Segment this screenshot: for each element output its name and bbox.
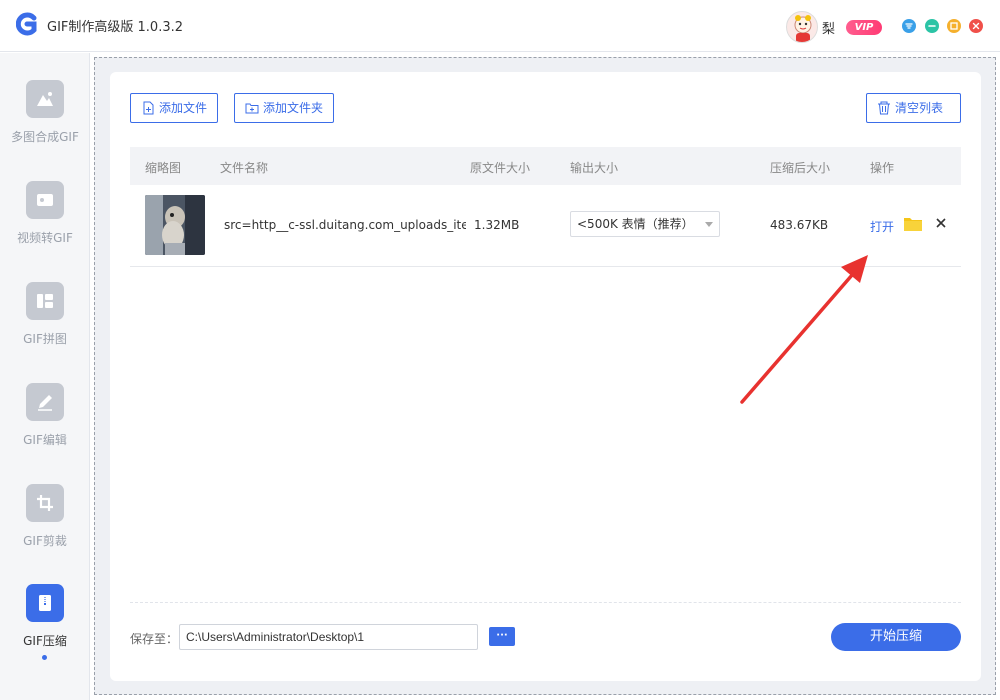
thumbnail-image	[145, 195, 205, 255]
video-camera-icon	[26, 181, 64, 219]
trash-icon	[878, 101, 890, 115]
sidebar-item-label: 多图合成GIF	[11, 130, 79, 144]
header-output-size: 输出大小	[570, 161, 619, 175]
maximize-icon[interactable]	[947, 19, 961, 33]
add-folder-icon	[245, 103, 259, 114]
footer-divider	[130, 602, 961, 603]
sidebar-item-label: GIF剪裁	[23, 534, 67, 548]
output-size-select[interactable]: <500K 表情（推荐）	[570, 211, 720, 237]
chevron-down-icon	[705, 222, 713, 227]
add-file-button[interactable]: 添加文件	[130, 93, 219, 123]
header-original-size: 原文件大小	[470, 161, 531, 175]
header-actions: 操作	[870, 161, 895, 175]
add-file-icon	[143, 101, 154, 115]
zip-file-icon	[26, 584, 64, 622]
avatar[interactable]	[786, 11, 818, 43]
app-title: GIF制作高级版 1.0.3.2	[47, 20, 183, 35]
sidebar-item-label: 视频转GIF	[17, 231, 73, 245]
save-to-label: 保存至：	[130, 632, 179, 646]
header-filename: 文件名称	[220, 161, 269, 175]
sidebar: 多图合成GIF 视频转GIF GIF拼图 GIF编辑 GIF剪裁 GIF压缩	[0, 53, 90, 700]
add-folder-label: 添加文件夹	[263, 101, 324, 115]
menu-icon[interactable]	[902, 19, 916, 33]
original-size: 1.32MB	[474, 218, 520, 232]
content-card: 添加文件 添加文件夹 清空列表 缩略图 文件名称 原文件大小 输出大小 压缩后大…	[110, 72, 981, 681]
minimize-icon[interactable]	[925, 19, 939, 33]
sidebar-item-gif-compress[interactable]: GIF压缩	[0, 584, 90, 674]
header-compressed-size: 压缩后大小	[770, 161, 831, 175]
file-name: src=http__c-ssl.duitang.com_uploads_iter	[224, 218, 466, 232]
save-path-input[interactable]	[179, 624, 478, 650]
output-size-value: <500K 表情（推荐）	[577, 217, 694, 231]
sidebar-item-label: GIF拼图	[23, 332, 67, 346]
add-folder-button[interactable]: 添加文件夹	[234, 93, 335, 123]
pencil-icon	[26, 383, 64, 421]
username: 梨	[822, 22, 836, 37]
header-thumbnail: 缩略图	[145, 161, 182, 175]
collage-icon	[26, 282, 64, 320]
sidebar-item-gif-edit[interactable]: GIF编辑	[0, 383, 90, 473]
title-bar: GIF制作高级版 1.0.3.2 梨 VIP	[0, 0, 1000, 52]
sidebar-item-video-to-gif[interactable]: 视频转GIF	[0, 181, 90, 271]
table-header: 缩略图 文件名称 原文件大小 输出大小 压缩后大小 操作	[130, 147, 961, 185]
open-link[interactable]: 打开	[870, 218, 894, 235]
sidebar-item-gif-collage[interactable]: GIF拼图	[0, 282, 90, 372]
add-file-label: 添加文件	[159, 101, 208, 115]
close-window-icon[interactable]	[969, 19, 983, 33]
sidebar-item-label: GIF编辑	[23, 433, 67, 447]
sidebar-item-multi-image-gif[interactable]: 多图合成GIF	[0, 80, 90, 170]
clear-list-label: 清空列表	[895, 101, 944, 115]
main-area: 添加文件 添加文件夹 清空列表 缩略图 文件名称 原文件大小 输出大小 压缩后大…	[94, 57, 996, 695]
start-compress-button[interactable]: 开始压缩	[831, 623, 961, 651]
mountain-image-icon	[26, 80, 64, 118]
table-row: src=http__c-ssl.duitang.com_uploads_iter…	[130, 185, 961, 267]
app-logo-icon	[16, 12, 37, 36]
browse-button[interactable]: ···	[489, 627, 515, 646]
clear-list-button[interactable]: 清空列表	[866, 93, 961, 123]
vip-badge[interactable]: VIP	[846, 20, 882, 35]
sidebar-item-gif-crop[interactable]: GIF剪裁	[0, 484, 90, 574]
folder-icon[interactable]	[904, 216, 922, 232]
active-indicator	[42, 655, 47, 660]
crop-icon	[26, 484, 64, 522]
remove-row-icon[interactable]	[936, 218, 946, 228]
compressed-size: 483.67KB	[770, 218, 829, 232]
sidebar-item-label: GIF压缩	[23, 634, 67, 648]
